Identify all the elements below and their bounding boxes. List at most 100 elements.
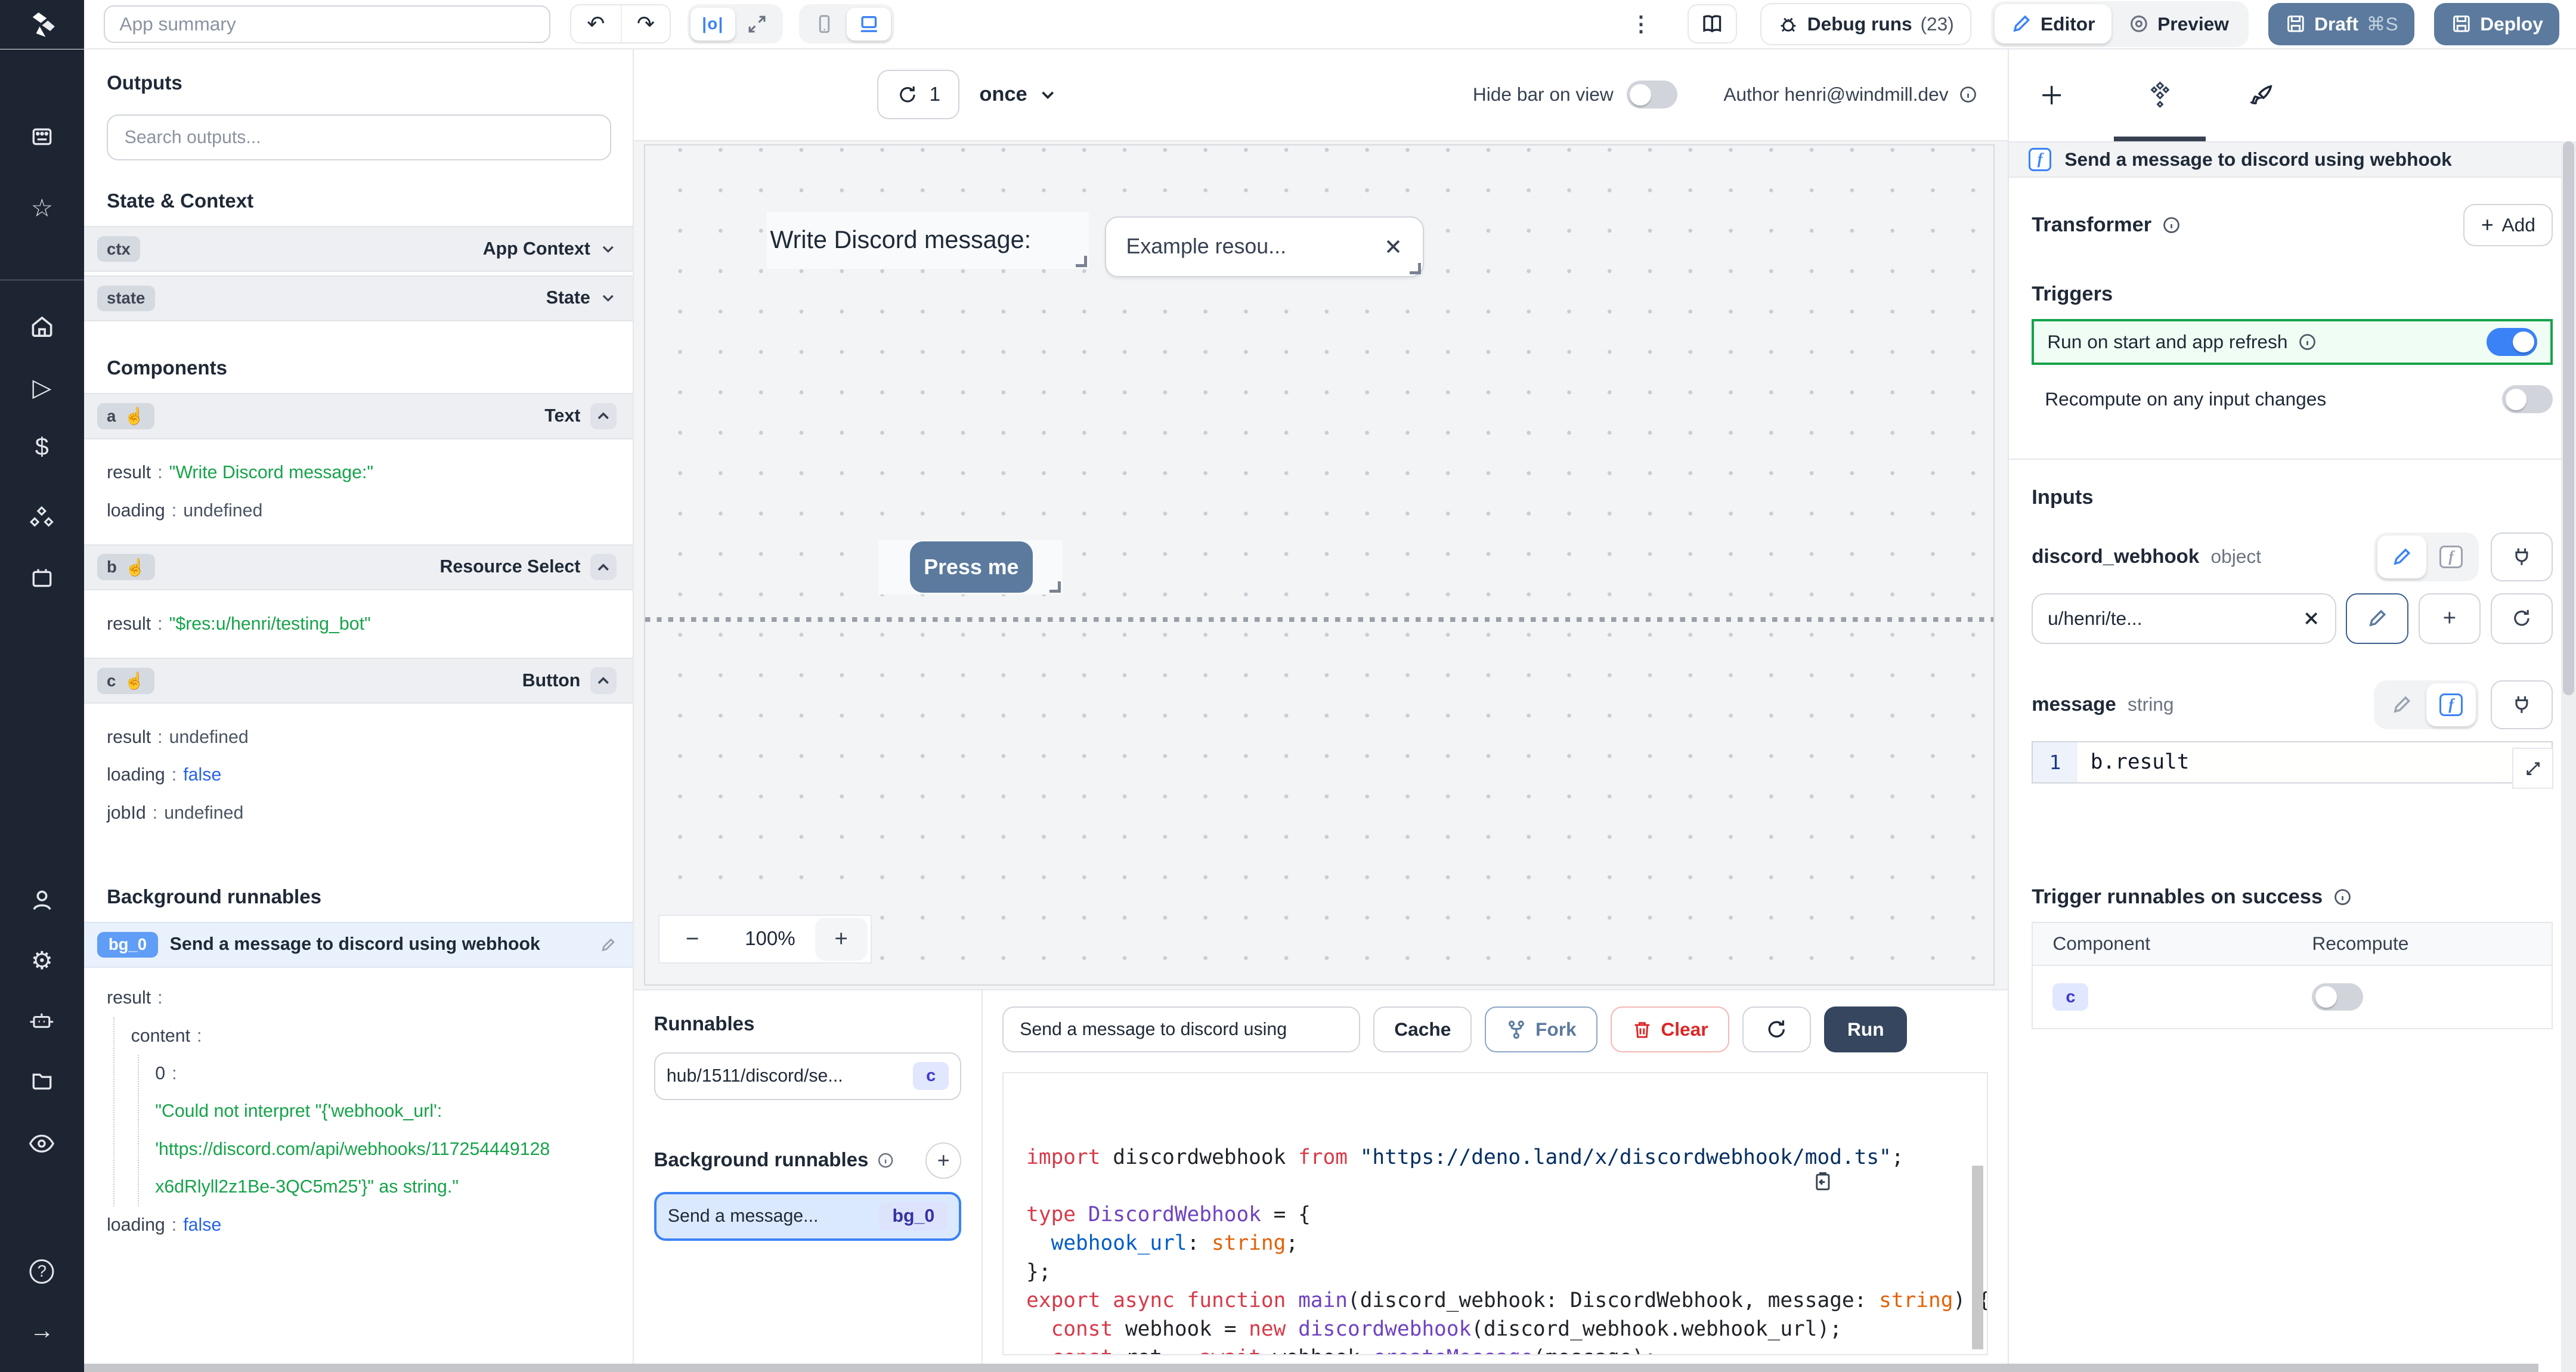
- resources-icon[interactable]: [26, 501, 58, 534]
- expression-mode-button[interactable]: f: [2426, 683, 2476, 726]
- output-key[interactable]: result: [107, 614, 151, 634]
- resize-handle[interactable]: [1075, 256, 1088, 268]
- audit-eye-icon[interactable]: [26, 1127, 58, 1160]
- press-me-button[interactable]: Press me: [909, 541, 1033, 593]
- fullscreen-button[interactable]: [735, 8, 779, 41]
- debug-runs-button[interactable]: Debug runs (23): [1760, 2, 1972, 46]
- output-key[interactable]: result: [107, 463, 151, 482]
- fork-button[interactable]: Fork: [1485, 1006, 1597, 1053]
- code-scrollbar[interactable]: [1971, 1165, 1984, 1349]
- draft-button[interactable]: Draft ⌘S: [2268, 2, 2415, 46]
- output-key[interactable]: result: [107, 988, 151, 1008]
- runs-icon[interactable]: ▷: [26, 371, 58, 404]
- message-expression-editor[interactable]: 1 b.result: [2032, 741, 2554, 789]
- search-outputs-input[interactable]: [107, 114, 611, 161]
- expand-editor-button[interactable]: [2512, 748, 2554, 789]
- output-key[interactable]: loading: [107, 1215, 165, 1235]
- collapse-b-button[interactable]: [590, 554, 617, 581]
- workers-icon[interactable]: [26, 1004, 58, 1036]
- add-transformer-button[interactable]: + Add: [2463, 203, 2553, 247]
- static-edit-mode-button[interactable]: [2377, 535, 2427, 578]
- center-guides-button[interactable]: |o|: [691, 7, 735, 41]
- connect-plug-button[interactable]: [2490, 680, 2553, 730]
- output-key[interactable]: jobId: [107, 803, 146, 823]
- run-on-start-toggle[interactable]: [2486, 328, 2538, 356]
- static-edit-mode-button[interactable]: [2377, 683, 2427, 726]
- resource-picker[interactable]: u/henri/te...: [2032, 593, 2336, 644]
- copy-clipboard-icon[interactable]: [1812, 1113, 1961, 1250]
- zoom-in-button[interactable]: +: [815, 918, 868, 961]
- favorites-star-icon[interactable]: ☆: [26, 192, 58, 225]
- refresh-resource-button[interactable]: [2490, 593, 2553, 644]
- recompute-c-toggle[interactable]: [2312, 983, 2363, 1011]
- hide-bar-toggle[interactable]: [1626, 80, 1678, 109]
- edit-resource-button[interactable]: [2346, 593, 2408, 644]
- zoom-out-button[interactable]: −: [660, 926, 725, 952]
- recompute-toggle[interactable]: [2502, 385, 2553, 414]
- settings-tab-components-icon[interactable]: [2144, 79, 2176, 112]
- ctx-row[interactable]: ctx App Context: [83, 226, 633, 272]
- settings-gear-icon[interactable]: ⚙: [26, 944, 58, 977]
- clear-selection-button[interactable]: [1383, 237, 1403, 256]
- mobile-view-button[interactable]: [803, 8, 847, 41]
- collapse-arrow-icon[interactable]: →: [26, 1314, 58, 1347]
- bg-runnable-item-selected[interactable]: Send a message... bg_0: [654, 1191, 962, 1241]
- more-menu-button[interactable]: ⋮: [1617, 12, 1665, 36]
- info-icon[interactable]: [2298, 332, 2317, 352]
- resource-select-component[interactable]: Example resou...: [1105, 216, 1424, 277]
- desktop-view-button[interactable]: [846, 7, 891, 41]
- frequency-select[interactable]: once: [979, 83, 1057, 106]
- inspector-scrollbar[interactable]: [2561, 141, 2576, 1372]
- resize-handle[interactable]: [1409, 262, 1422, 275]
- folders-icon[interactable]: [26, 1064, 58, 1097]
- runnable-name-input[interactable]: [1002, 1006, 1361, 1053]
- tab-preview[interactable]: Preview: [2111, 4, 2245, 44]
- collapse-c-button[interactable]: [590, 667, 617, 694]
- info-icon[interactable]: [2162, 215, 2181, 235]
- run-button[interactable]: Run: [1824, 1006, 1908, 1053]
- component-a-row[interactable]: a ☝ Text: [83, 393, 633, 439]
- clear-button[interactable]: Clear: [1610, 1006, 1729, 1053]
- component-c-row[interactable]: c ☝ Button: [83, 657, 633, 704]
- create-resource-button[interactable]: +: [2418, 593, 2481, 644]
- code-editor[interactable]: import discordwebhook from "https://deno…: [1002, 1072, 1988, 1355]
- schedules-icon[interactable]: [26, 562, 58, 594]
- output-key[interactable]: loading: [107, 765, 165, 785]
- app-summary-input[interactable]: [103, 5, 550, 43]
- component-b-row[interactable]: b ☝ Resource Select: [83, 544, 633, 591]
- output-key[interactable]: content: [131, 1026, 190, 1046]
- windmill-logo-icon[interactable]: [0, 0, 84, 49]
- deploy-button[interactable]: Deploy: [2434, 2, 2560, 46]
- bg0-row[interactable]: bg_0 Send a message to discord using web…: [83, 921, 633, 968]
- connect-plug-button[interactable]: [2490, 532, 2553, 582]
- output-key[interactable]: 0: [155, 1064, 165, 1083]
- docs-button[interactable]: [1688, 4, 1738, 44]
- resize-handle[interactable]: [1049, 581, 1061, 593]
- insert-tab-plus-icon[interactable]: [2035, 79, 2068, 112]
- collapse-a-button[interactable]: [590, 402, 617, 430]
- refresh-count-button[interactable]: 1: [877, 70, 960, 120]
- undo-button[interactable]: ↶: [571, 5, 621, 42]
- expression-mode-button[interactable]: f: [2426, 535, 2476, 578]
- cache-button[interactable]: Cache: [1373, 1006, 1472, 1053]
- info-icon[interactable]: [2333, 887, 2352, 907]
- text-component[interactable]: Write Discord message:: [766, 211, 1089, 270]
- user-icon[interactable]: [26, 884, 58, 916]
- home-icon[interactable]: [26, 311, 58, 343]
- runnable-item[interactable]: hub/1511/discord/se... c: [654, 1052, 962, 1100]
- app-canvas[interactable]: Write Discord message: Example resou... …: [643, 144, 1995, 986]
- redo-button[interactable]: ↷: [620, 5, 670, 43]
- clear-resource-button[interactable]: [2302, 609, 2320, 627]
- edit-pencil-icon[interactable]: [600, 937, 617, 953]
- output-key[interactable]: loading: [107, 501, 165, 521]
- state-row[interactable]: state State: [83, 275, 633, 321]
- variables-icon[interactable]: $: [26, 431, 58, 463]
- info-icon[interactable]: [1958, 85, 1978, 104]
- apps-icon[interactable]: [26, 120, 58, 153]
- horizontal-scrollbar[interactable]: [83, 1363, 2538, 1372]
- output-key[interactable]: result: [107, 727, 151, 747]
- tab-editor[interactable]: Editor: [1994, 4, 2112, 44]
- styling-tab-brush-icon[interactable]: [2245, 79, 2278, 112]
- add-background-runnable-button[interactable]: +: [925, 1142, 962, 1179]
- help-icon[interactable]: ?: [26, 1255, 58, 1288]
